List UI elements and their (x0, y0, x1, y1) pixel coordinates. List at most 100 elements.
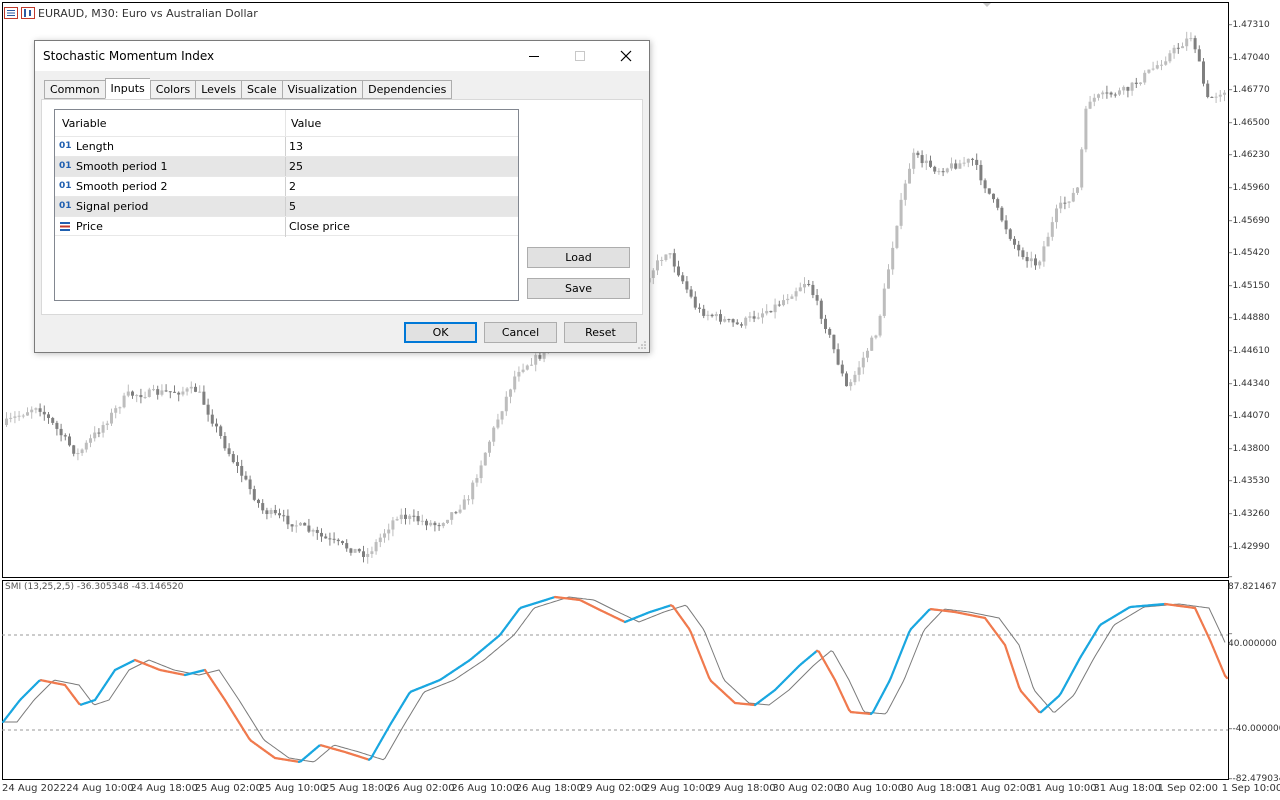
tab-colors[interactable]: Colors (149, 80, 196, 99)
ok-button[interactable]: OK (404, 322, 477, 343)
candle-body (202, 391, 206, 405)
candle-body (353, 548, 357, 553)
close-button[interactable] (603, 41, 649, 71)
param-row-signal-period[interactable]: 01 Signal period 5 (55, 196, 518, 217)
time-tick-label: 1 Sep 02:00 (1157, 783, 1218, 794)
tab-dependencies[interactable]: Dependencies (362, 80, 453, 99)
candle-body (143, 396, 147, 398)
param-value[interactable]: 5 (289, 200, 296, 213)
candle-body (945, 168, 949, 173)
time-tick-label: 29 Aug 18:00 (708, 783, 776, 794)
resize-grip-icon[interactable] (637, 340, 647, 350)
candle-body (874, 335, 878, 338)
candle-body (912, 152, 916, 169)
candle-body (1101, 92, 1105, 95)
column-header-variable[interactable]: Variable (62, 117, 107, 130)
inputs-grid: Variable Value 01 Length 13 01 Smooth pe… (54, 109, 519, 301)
candle-body (786, 298, 790, 301)
param-row-price[interactable]: Price Close price (55, 216, 518, 237)
candle-body (261, 503, 265, 511)
param-label: Length (76, 140, 114, 153)
candle-body (97, 432, 101, 434)
candle-body (924, 160, 928, 164)
candle-body (1206, 83, 1210, 97)
tab-common[interactable]: Common (44, 80, 105, 99)
candle-body (761, 313, 764, 318)
candle-body (286, 515, 290, 525)
candle-body (345, 543, 349, 549)
price-tick-label: –1.47310 (1228, 20, 1270, 30)
candle-body (500, 411, 504, 420)
candle-body (114, 408, 118, 413)
indicator-tick-label: –40.000000 (1228, 629, 1277, 649)
param-value[interactable]: Close price (289, 220, 350, 233)
chart-menu-icon[interactable] (4, 7, 18, 19)
candle-body (1139, 82, 1142, 84)
candle-body (1004, 220, 1008, 230)
time-tick-label: 26 Aug 02:00 (387, 783, 455, 794)
candle-body (89, 438, 92, 443)
price-tick-label: –1.45690 (1228, 215, 1270, 226)
candle-body (899, 199, 903, 226)
candle-body (1118, 90, 1121, 95)
time-tick-label: 29 Aug 10:00 (644, 783, 712, 794)
candle-body (1046, 236, 1050, 247)
cancel-button[interactable]: Cancel (484, 322, 557, 343)
candle-body (1151, 68, 1155, 70)
candle-body (210, 414, 214, 424)
candle-body (72, 445, 76, 454)
time-tick-label: 25 Aug 18:00 (323, 783, 391, 794)
tab-visualization[interactable]: Visualization (281, 80, 363, 99)
time-tick-label: 29 Aug 02:00 (579, 783, 648, 794)
candle-body (252, 489, 256, 500)
load-button[interactable]: Load (527, 247, 630, 268)
param-row-length[interactable]: 01 Length 13 (55, 136, 518, 157)
candle-body (118, 407, 122, 409)
candle-body (227, 448, 231, 455)
dialog-titlebar[interactable]: Stochastic Momentum Index (35, 41, 649, 71)
minimize-button[interactable] (511, 41, 557, 71)
candle-body (962, 162, 966, 164)
indicator-tick-label: –-40.000000 (1228, 724, 1280, 734)
tab-inputs[interactable]: Inputs (104, 78, 150, 99)
candle-body (908, 168, 911, 184)
param-value[interactable]: 25 (289, 160, 303, 173)
candle-body (412, 515, 416, 517)
reset-button[interactable]: Reset (564, 322, 637, 343)
save-button[interactable]: Save (527, 278, 630, 299)
candle-body (710, 314, 714, 317)
column-header-value[interactable]: Value (291, 117, 321, 130)
candle-body (51, 417, 55, 423)
candle-body (185, 388, 189, 392)
smi-signal-line (3, 596, 1226, 763)
param-value[interactable]: 2 (289, 180, 296, 193)
candle-body (513, 376, 517, 390)
candle-body (916, 152, 920, 156)
tab-levels[interactable]: Levels (195, 80, 241, 99)
candle-body (307, 525, 311, 532)
candle-body (731, 319, 735, 323)
candle-body (1193, 38, 1197, 50)
indicator-icon[interactable] (21, 7, 35, 19)
candle-body (1147, 69, 1151, 73)
param-label: Smooth period 2 (76, 180, 168, 193)
time-tick-label: 30 Aug 18:00 (900, 783, 969, 794)
candle-body (131, 391, 134, 396)
candle-body (1223, 92, 1226, 95)
candle-body (656, 260, 659, 271)
param-row-smooth-period-1[interactable]: 01 Smooth period 1 25 (55, 156, 518, 177)
candle-body (139, 395, 143, 398)
candle-body (370, 551, 374, 554)
param-row-smooth-period-2[interactable]: 01 Smooth period 2 2 (55, 176, 518, 197)
candle-body (740, 324, 743, 326)
candle-body (269, 509, 273, 515)
candle-body (1021, 250, 1025, 258)
candle-body (462, 499, 466, 510)
candle-body (366, 553, 370, 557)
tab-scale[interactable]: Scale (241, 80, 282, 99)
candle-body (819, 300, 823, 319)
param-value[interactable]: 13 (289, 140, 303, 153)
candle-body (1122, 86, 1126, 91)
time-tick-label: 24 Aug 2022 (2, 783, 67, 794)
candle-body (1042, 246, 1046, 262)
